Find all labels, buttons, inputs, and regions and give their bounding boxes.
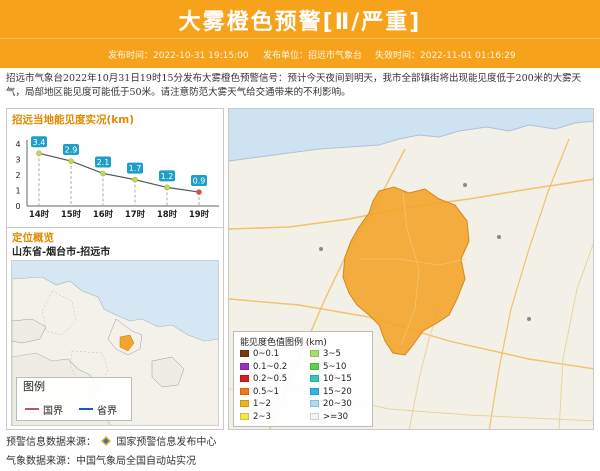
warning-description: 招远市气象台2022年10月31日19时15分发布大雾橙色预警信号：预计今天夜间… (6, 73, 582, 98)
warning-area-map[interactable]: 能见度色值图例 (km) 0~0.1 3~5 0.1~0.2 5~10 0.2~0.5 1… (228, 108, 594, 430)
weather-data-source: 气象数据来源：中国气象局全国自动站实况 (6, 456, 196, 467)
legend-label: 3~5 (323, 349, 341, 359)
legend-item: 2~3 (240, 412, 271, 422)
legend-swatch (310, 412, 319, 420)
legend-label: 2~3 (253, 411, 271, 422)
value-label: 0.9 (193, 177, 206, 186)
legend-label: 0.2~0.5 (253, 374, 288, 384)
visibility-chart-panel: 招远当地能见度实况(km) 0 1 2 3 4 3.4 14时 2.9 15时 2.1 16时 1.7… (7, 109, 223, 225)
national-border-swatch (25, 408, 39, 410)
value-label: 2.9 (65, 146, 78, 155)
y-tick-label: 4 (15, 140, 20, 149)
legend-item: 1~2 (240, 399, 271, 409)
legend-label: 1~2 (253, 399, 271, 409)
x-tick-label: 15时 (61, 209, 82, 220)
legend-swatch (240, 400, 249, 407)
visibility-point (100, 170, 106, 177)
y-tick-label: 0 (15, 202, 20, 211)
legend-swatch (310, 350, 319, 357)
legend-label: 10~15 (323, 374, 352, 384)
visibility-point (164, 184, 170, 191)
provincial-border-label: 省界 (97, 406, 117, 417)
legend-item: 15~20 (310, 387, 352, 397)
legend-item: 3~5 (310, 349, 341, 359)
legend-item: 0.5~1 (240, 387, 279, 397)
legend-label: >=30 (323, 411, 349, 422)
legend-item: 0.2~0.5 (240, 374, 287, 384)
warning-source-label: 预警信息数据来源： (6, 437, 96, 448)
visibility-point (68, 158, 74, 164)
overview-legend-title: 图例 (23, 380, 45, 393)
legend-swatch (240, 362, 249, 370)
legend-swatch (310, 375, 319, 382)
legend-swatch (240, 387, 249, 395)
legend-item: 20~30 (310, 399, 352, 409)
location-overview-panel: 定位概览 山东省-烟台市-招远市 图例 国界 省界 (7, 227, 223, 429)
warning-source-value: 国家预警信息发布中心 (116, 437, 217, 448)
overview-legend: 图例 国界 省界 (16, 377, 132, 421)
warning-source: 预警信息数据来源： 国家预警信息发布中心 (6, 433, 216, 448)
x-tick-label: 17时 (125, 209, 146, 220)
visibility-color-legend: 能见度色值图例 (km) 0~0.1 3~5 0.1~0.2 5~10 0.2~0.5 1… (233, 331, 373, 427)
visibility-point (196, 189, 202, 195)
provincial-border-swatch (79, 408, 93, 410)
legend-swatch (240, 350, 249, 357)
x-tick-label: 14时 (29, 209, 50, 220)
y-tick-label: 3 (15, 156, 20, 165)
legend-label: 0.5~1 (253, 386, 280, 397)
warning-banner: 大雾橙色预警[Ⅱ/严重] (0, 0, 600, 38)
legend-label: 0~0.1 (253, 349, 280, 359)
left-panel: 招远当地能见度实况(km) 0 1 2 3 4 3.4 14时 2.9 15时 2.1 16时 1.7… (6, 108, 224, 430)
legend-swatch (240, 375, 249, 382)
national-border-label: 国界 (43, 406, 63, 417)
value-label: 3.4 (33, 138, 46, 147)
value-label: 2.1 (97, 158, 110, 167)
legend-swatch (310, 387, 319, 395)
overview-map[interactable]: 图例 国界 省界 (11, 260, 219, 426)
x-tick-label: 16时 (93, 209, 114, 220)
region-path: 山东省-烟台市-招远市 (12, 247, 111, 258)
x-tick-label: 19时 (189, 209, 210, 220)
x-tick-label: 18时 (157, 209, 178, 220)
y-tick-label: 2 (15, 171, 20, 180)
y-tick-label: 1 (15, 187, 20, 196)
warning-center-logo-icon (101, 436, 112, 446)
legend-title: 能见度色值图例 (km) (240, 338, 327, 348)
legend-label: 15~20 (323, 386, 352, 397)
publisher: 发布单位：招远市气象台 (263, 51, 363, 61)
legend-item: >=30 (310, 412, 348, 422)
legend-label: 5~10 (323, 361, 347, 372)
publish-time: 发布时间：2022-10-31 19:15:00 (108, 51, 249, 61)
warning-meta-bar: 发布时间：2022-10-31 19:15:00 发布单位：招远市气象台 失效时… (0, 38, 600, 68)
legend-swatch (310, 400, 319, 407)
legend-label: 0.1~0.2 (253, 361, 288, 372)
warning-title: 大雾橙色预警[Ⅱ/严重] (178, 10, 422, 35)
legend-label: 20~30 (323, 399, 352, 409)
legend-swatch (310, 362, 319, 370)
expire-time: 失效时间：2022-11-01 01:16:29 (375, 51, 516, 61)
legend-item: 0.1~0.2 (240, 362, 287, 372)
value-label: 1.2 (161, 172, 174, 181)
legend-item: 0~0.1 (240, 349, 279, 359)
value-label: 1.7 (129, 164, 142, 173)
visibility-point (36, 150, 42, 157)
visibility-point (132, 176, 138, 183)
legend-swatch (240, 412, 249, 420)
visibility-chart: 0 1 2 3 4 3.4 14时 2.9 15时 2.1 16时 1.7 17时 1.2 18时 0.9 19… (15, 136, 219, 220)
legend-item: 5~10 (310, 362, 346, 372)
legend-item: 10~15 (310, 374, 352, 384)
